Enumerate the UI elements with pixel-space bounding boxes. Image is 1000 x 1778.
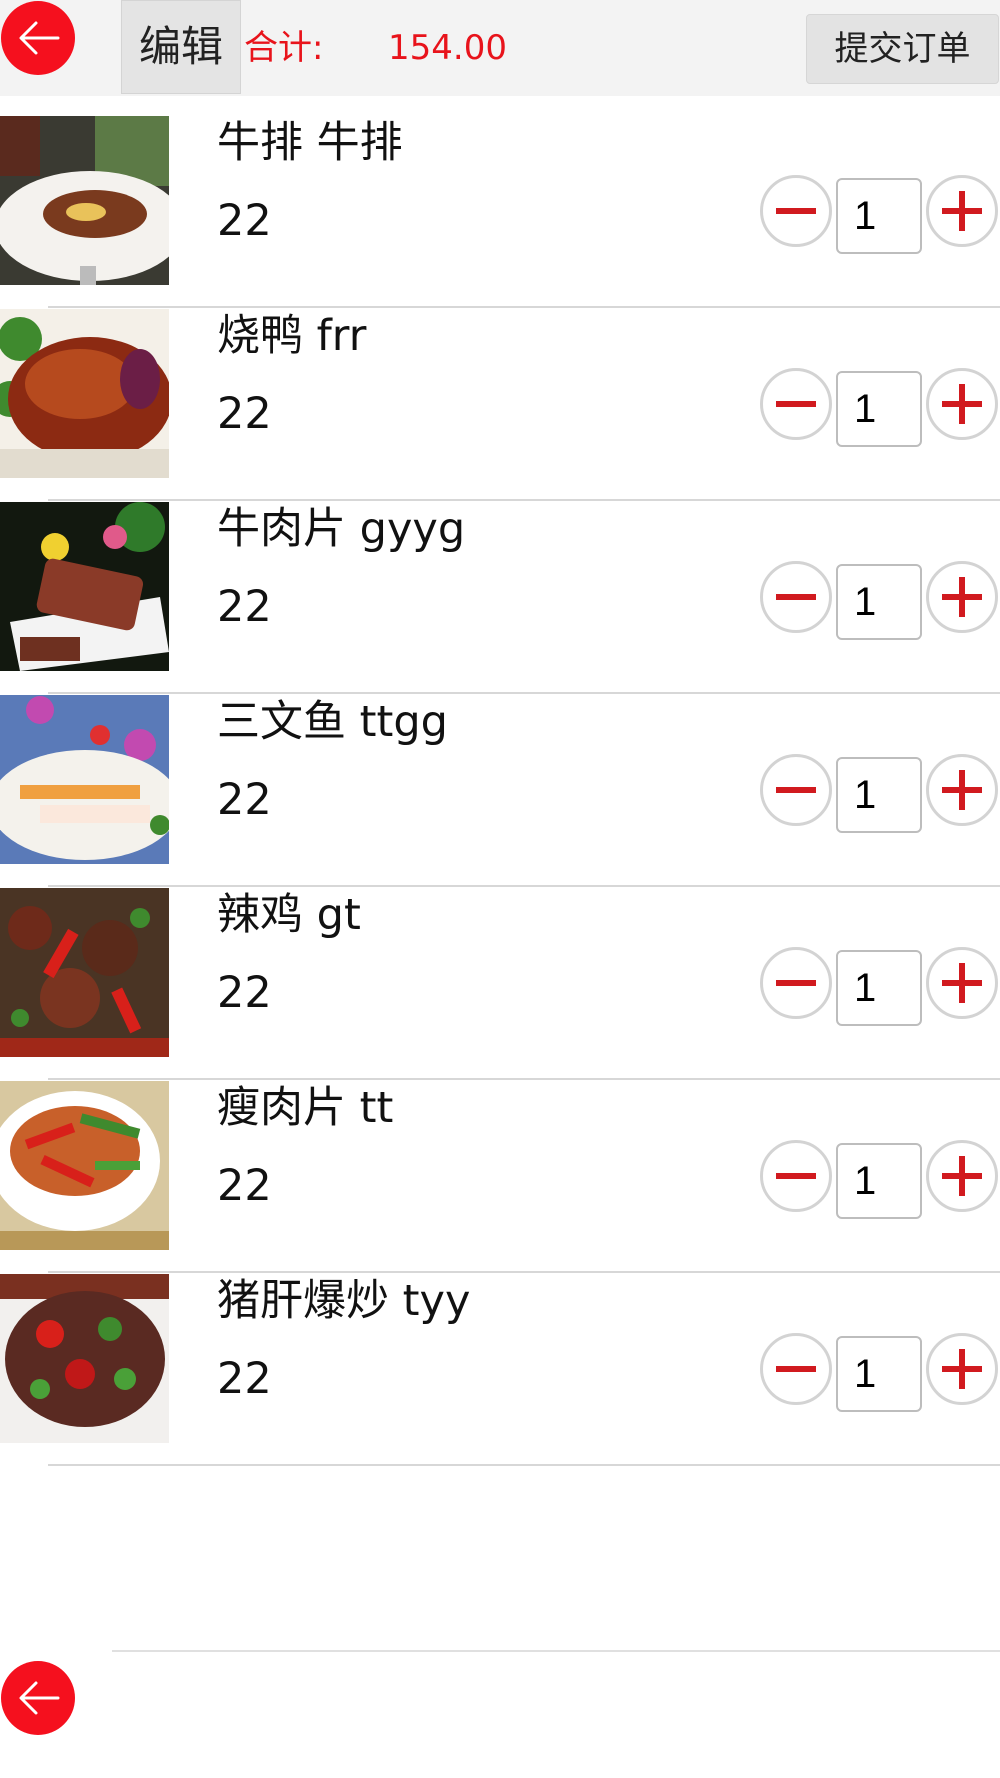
minus-icon bbox=[776, 787, 816, 793]
decrease-quantity-button[interactable] bbox=[760, 947, 832, 1019]
quantity-input[interactable] bbox=[836, 757, 922, 833]
dish-price: 22 bbox=[217, 968, 272, 1018]
decrease-quantity-button[interactable] bbox=[760, 754, 832, 826]
plus-icon bbox=[942, 577, 982, 617]
decrease-quantity-button[interactable] bbox=[760, 368, 832, 440]
submit-order-button[interactable]: 提交订单 bbox=[806, 14, 999, 84]
arrow-left-icon bbox=[19, 21, 60, 55]
dish-price: 22 bbox=[217, 1354, 272, 1404]
cart-item-row: 瘦肉片 tt 22 bbox=[0, 1080, 1000, 1273]
dish-name: 瘦肉片 tt bbox=[217, 1083, 394, 1133]
cart-item-row: 猪肝爆炒 tyy 22 bbox=[0, 1273, 1000, 1466]
dish-price: 22 bbox=[217, 775, 272, 825]
cart-item-row: 烧鸭 frr 22 bbox=[0, 308, 1000, 501]
dish-name: 辣鸡 gt bbox=[217, 890, 361, 940]
footer-divider bbox=[112, 1650, 1000, 1652]
minus-icon bbox=[776, 401, 816, 407]
increase-quantity-button[interactable] bbox=[926, 561, 998, 633]
total-value: 154.00 bbox=[388, 28, 507, 68]
dish-price: 22 bbox=[217, 389, 272, 439]
dish-name: 三文鱼 ttgg bbox=[217, 697, 448, 747]
dish-price: 22 bbox=[217, 582, 272, 632]
minus-icon bbox=[776, 1366, 816, 1372]
dish-image bbox=[0, 502, 169, 671]
dish-name: 烧鸭 frr bbox=[217, 311, 367, 361]
plus-icon bbox=[942, 191, 982, 231]
minus-icon bbox=[776, 1173, 816, 1179]
back-button[interactable] bbox=[1, 1, 75, 75]
top-bar: 编辑 合计: 154.00 提交订单 bbox=[0, 0, 1000, 96]
increase-quantity-button[interactable] bbox=[926, 175, 998, 247]
edit-button[interactable]: 编辑 bbox=[121, 0, 241, 94]
quantity-input[interactable] bbox=[836, 1143, 922, 1219]
dish-image bbox=[0, 1081, 169, 1250]
dish-price: 22 bbox=[217, 196, 272, 246]
dish-name: 牛肉片 gyyg bbox=[217, 504, 466, 554]
plus-icon bbox=[942, 1156, 982, 1196]
row-divider bbox=[48, 1464, 1000, 1466]
plus-icon bbox=[942, 384, 982, 424]
increase-quantity-button[interactable] bbox=[926, 947, 998, 1019]
dish-image bbox=[0, 116, 169, 285]
minus-icon bbox=[776, 594, 816, 600]
dish-image bbox=[0, 888, 169, 1057]
dish-image bbox=[0, 1274, 169, 1443]
quantity-input[interactable] bbox=[836, 178, 922, 254]
minus-icon bbox=[776, 208, 816, 214]
cart-list: 牛排 牛排 22 烧鸭 frr 22 bbox=[0, 115, 1000, 1466]
decrease-quantity-button[interactable] bbox=[760, 561, 832, 633]
quantity-input[interactable] bbox=[836, 1336, 922, 1412]
decrease-quantity-button[interactable] bbox=[760, 1333, 832, 1405]
plus-icon bbox=[942, 770, 982, 810]
cart-item-row: 牛肉片 gyyg 22 bbox=[0, 501, 1000, 694]
dish-name: 猪肝爆炒 tyy bbox=[217, 1276, 471, 1326]
dish-image bbox=[0, 695, 169, 864]
increase-quantity-button[interactable] bbox=[926, 368, 998, 440]
minus-icon bbox=[776, 980, 816, 986]
dish-price: 22 bbox=[217, 1161, 272, 1211]
cart-item-row: 三文鱼 ttgg 22 bbox=[0, 694, 1000, 887]
decrease-quantity-button[interactable] bbox=[760, 1140, 832, 1212]
quantity-input[interactable] bbox=[836, 371, 922, 447]
plus-icon bbox=[942, 963, 982, 1003]
arrow-left-icon bbox=[19, 1681, 60, 1715]
cart-item-row: 牛排 牛排 22 bbox=[0, 115, 1000, 308]
cart-item-row: 辣鸡 gt 22 bbox=[0, 887, 1000, 1080]
total-label: 合计: bbox=[244, 28, 324, 68]
dish-image bbox=[0, 309, 169, 478]
decrease-quantity-button[interactable] bbox=[760, 175, 832, 247]
increase-quantity-button[interactable] bbox=[926, 1140, 998, 1212]
plus-icon bbox=[942, 1349, 982, 1389]
increase-quantity-button[interactable] bbox=[926, 754, 998, 826]
quantity-input[interactable] bbox=[836, 564, 922, 640]
footer-back-button[interactable] bbox=[1, 1661, 75, 1735]
quantity-input[interactable] bbox=[836, 950, 922, 1026]
increase-quantity-button[interactable] bbox=[926, 1333, 998, 1405]
dish-name: 牛排 牛排 bbox=[217, 118, 403, 168]
